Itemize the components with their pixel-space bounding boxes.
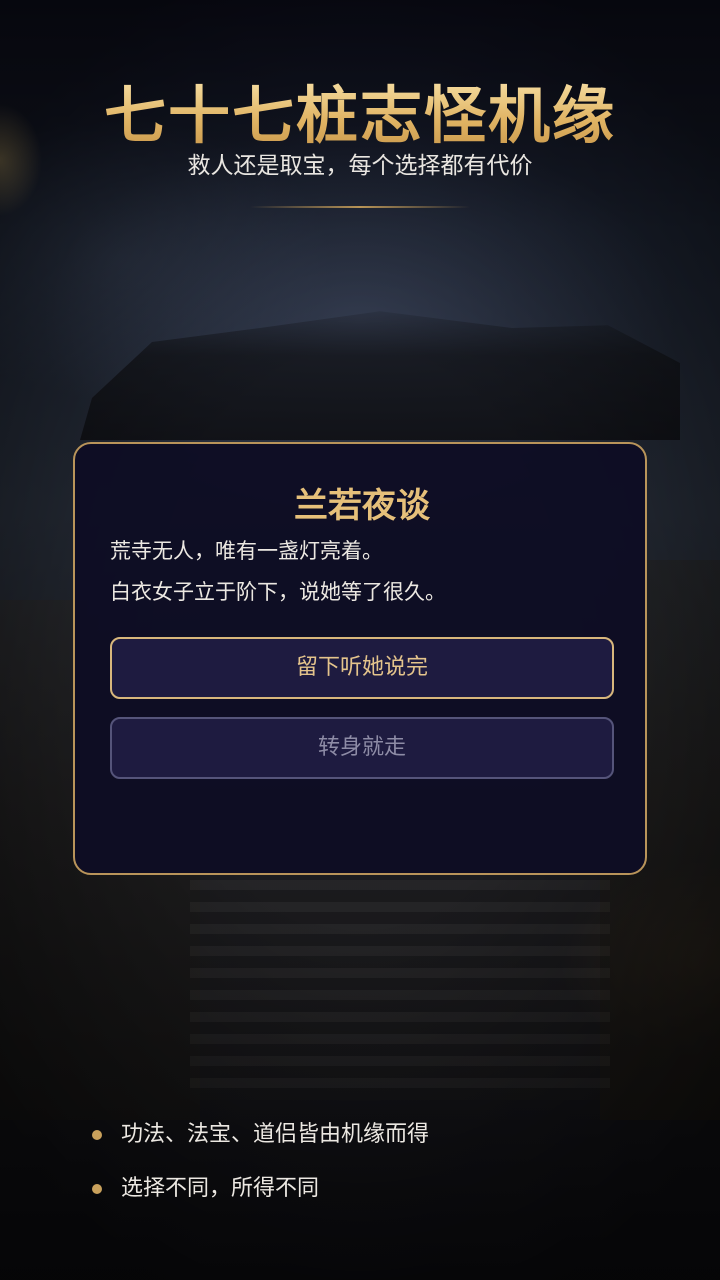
bullet-dot-icon — [92, 1184, 102, 1194]
game-subtitle: 救人还是取宝，每个选择都有代价 — [187, 153, 533, 179]
feature-text: 选择不同，所得不同 — [121, 1176, 320, 1201]
choice-stay-button[interactable]: 留下听她说完 — [110, 637, 614, 699]
title-divider — [250, 206, 470, 208]
bullet-dot-icon — [92, 1130, 102, 1140]
event-title: 兰若夜谈 — [294, 486, 430, 526]
feature-list: 功法、法宝、道侣皆由机缘而得 选择不同，所得不同 — [92, 1108, 692, 1216]
event-card: 兰若夜谈 荒寺无人，唯有一盏灯亮着。 白衣女子立于阶下，说她等了很久。 留下听她… — [73, 442, 647, 875]
choice-leave-button[interactable]: 转身就走 — [110, 717, 614, 779]
feature-item: 功法、法宝、道侣皆由机缘而得 — [92, 1108, 692, 1162]
event-description-line: 荒寺无人，唯有一盏灯亮着。 — [110, 539, 383, 563]
feature-item: 选择不同，所得不同 — [92, 1162, 692, 1216]
game-title: 七十七桩志怪机缘 — [0, 78, 720, 154]
feature-text: 功法、法宝、道侣皆由机缘而得 — [121, 1122, 430, 1147]
event-description-line: 白衣女子立于阶下，说她等了很久。 — [110, 580, 446, 604]
